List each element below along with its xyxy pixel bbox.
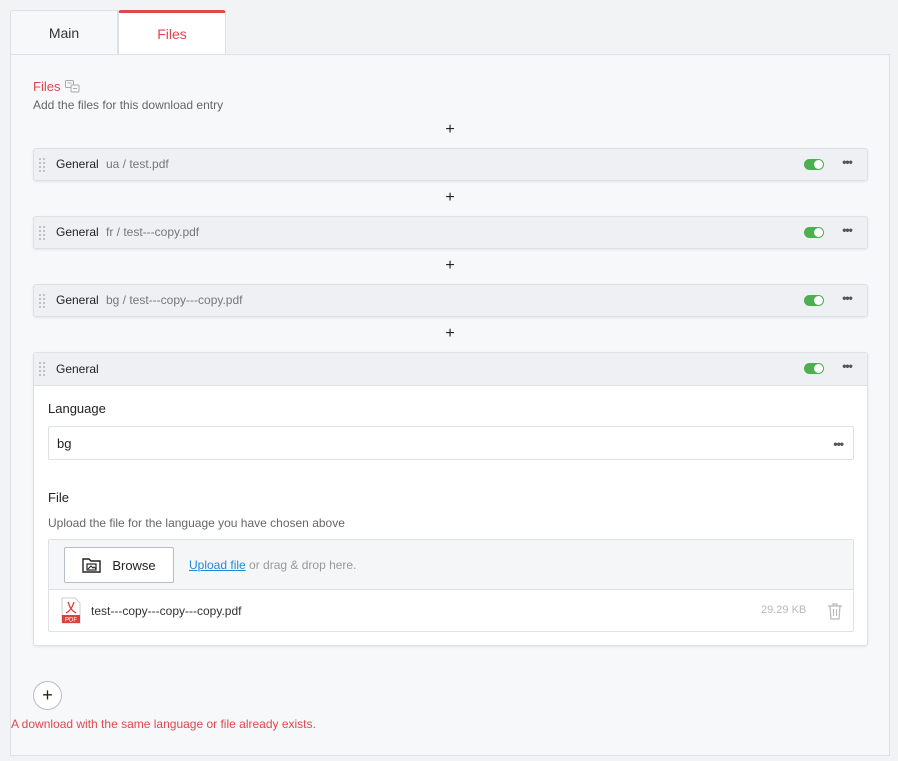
upload-file-link[interactable]: Upload file <box>189 558 246 572</box>
trash-icon[interactable] <box>827 603 843 620</box>
files-panel-body: Files Add the files for this download en… <box>11 55 889 755</box>
language-label: Language <box>48 401 106 416</box>
drag-handle-icon[interactable] <box>38 293 46 309</box>
translate-icon[interactable] <box>65 80 80 93</box>
drag-handle-icon[interactable] <box>38 361 46 377</box>
browse-label: Browse <box>112 557 156 573</box>
insert-entry-button[interactable]: + <box>443 326 457 342</box>
language-field[interactable]: bg ••• <box>48 426 854 460</box>
enabled-toggle[interactable] <box>804 227 824 238</box>
entry-row[interactable]: General bg / test---copy---copy.pdf ••• <box>33 284 868 317</box>
entry-subtitle: fr / test---copy.pdf <box>106 225 200 239</box>
uploaded-file-row: PDF test---copy---copy---copy.pdf 29.29 … <box>49 591 853 632</box>
error-message: A download with the same language or fil… <box>11 717 316 731</box>
entry-type: General <box>56 157 99 171</box>
file-name: test---copy---copy---copy.pdf <box>91 604 242 618</box>
entry-type: General <box>56 362 99 376</box>
browse-button[interactable]: Browse <box>64 547 174 583</box>
pdf-file-icon: PDF <box>61 597 81 624</box>
entry-row[interactable]: General ua / test.pdf ••• <box>33 148 868 181</box>
enabled-toggle[interactable] <box>804 295 824 306</box>
section-title-text: Files <box>33 79 61 94</box>
upload-hint: Upload file or drag & drop here. <box>189 558 356 572</box>
files-panel: Files Add the files for this download en… <box>10 54 890 756</box>
entry-type: General <box>56 293 99 307</box>
file-upload-area[interactable]: Browse Upload file or drag & drop here. … <box>48 539 854 632</box>
enabled-toggle[interactable] <box>804 363 824 374</box>
tab-main[interactable]: Main <box>10 10 118 54</box>
drag-handle-icon[interactable] <box>38 157 46 173</box>
pdf-icon-label: PDF <box>65 618 77 624</box>
language-options-icon[interactable]: ••• <box>833 438 844 450</box>
add-entry-button[interactable]: + <box>33 681 62 710</box>
entry-subtitle: ua / test.pdf <box>106 157 169 171</box>
more-options-icon[interactable]: ••• <box>839 292 855 305</box>
file-description: Upload the file for the language you hav… <box>48 516 345 530</box>
language-value: bg <box>57 436 72 451</box>
section-title: Files <box>33 79 80 94</box>
file-label: File <box>48 490 69 505</box>
expanded-entry-header[interactable]: General ••• <box>34 353 867 386</box>
folder-image-icon <box>82 557 102 573</box>
upload-dropzone[interactable]: Browse Upload file or drag & drop here. <box>49 540 853 590</box>
section-description: Add the files for this download entry <box>33 98 224 112</box>
more-options-icon[interactable]: ••• <box>839 224 855 237</box>
file-size: 29.29 KB <box>761 604 807 616</box>
expanded-entry: General ••• Language bg ••• File Upload … <box>33 352 868 646</box>
more-options-icon[interactable]: ••• <box>839 360 855 373</box>
entry-type: General <box>56 225 99 239</box>
entry-subtitle: bg / test---copy---copy.pdf <box>106 293 243 307</box>
drag-drop-hint: or drag & drop here. <box>245 558 357 572</box>
insert-entry-button[interactable]: + <box>443 190 457 206</box>
more-options-icon[interactable]: ••• <box>839 156 855 169</box>
tab-bar: Main Files <box>10 10 226 54</box>
insert-entry-button[interactable]: + <box>443 122 457 138</box>
entry-row[interactable]: General fr / test---copy.pdf ••• <box>33 216 868 249</box>
tab-files[interactable]: Files <box>118 10 226 54</box>
enabled-toggle[interactable] <box>804 159 824 170</box>
insert-entry-button[interactable]: + <box>443 258 457 274</box>
drag-handle-icon[interactable] <box>38 225 46 241</box>
